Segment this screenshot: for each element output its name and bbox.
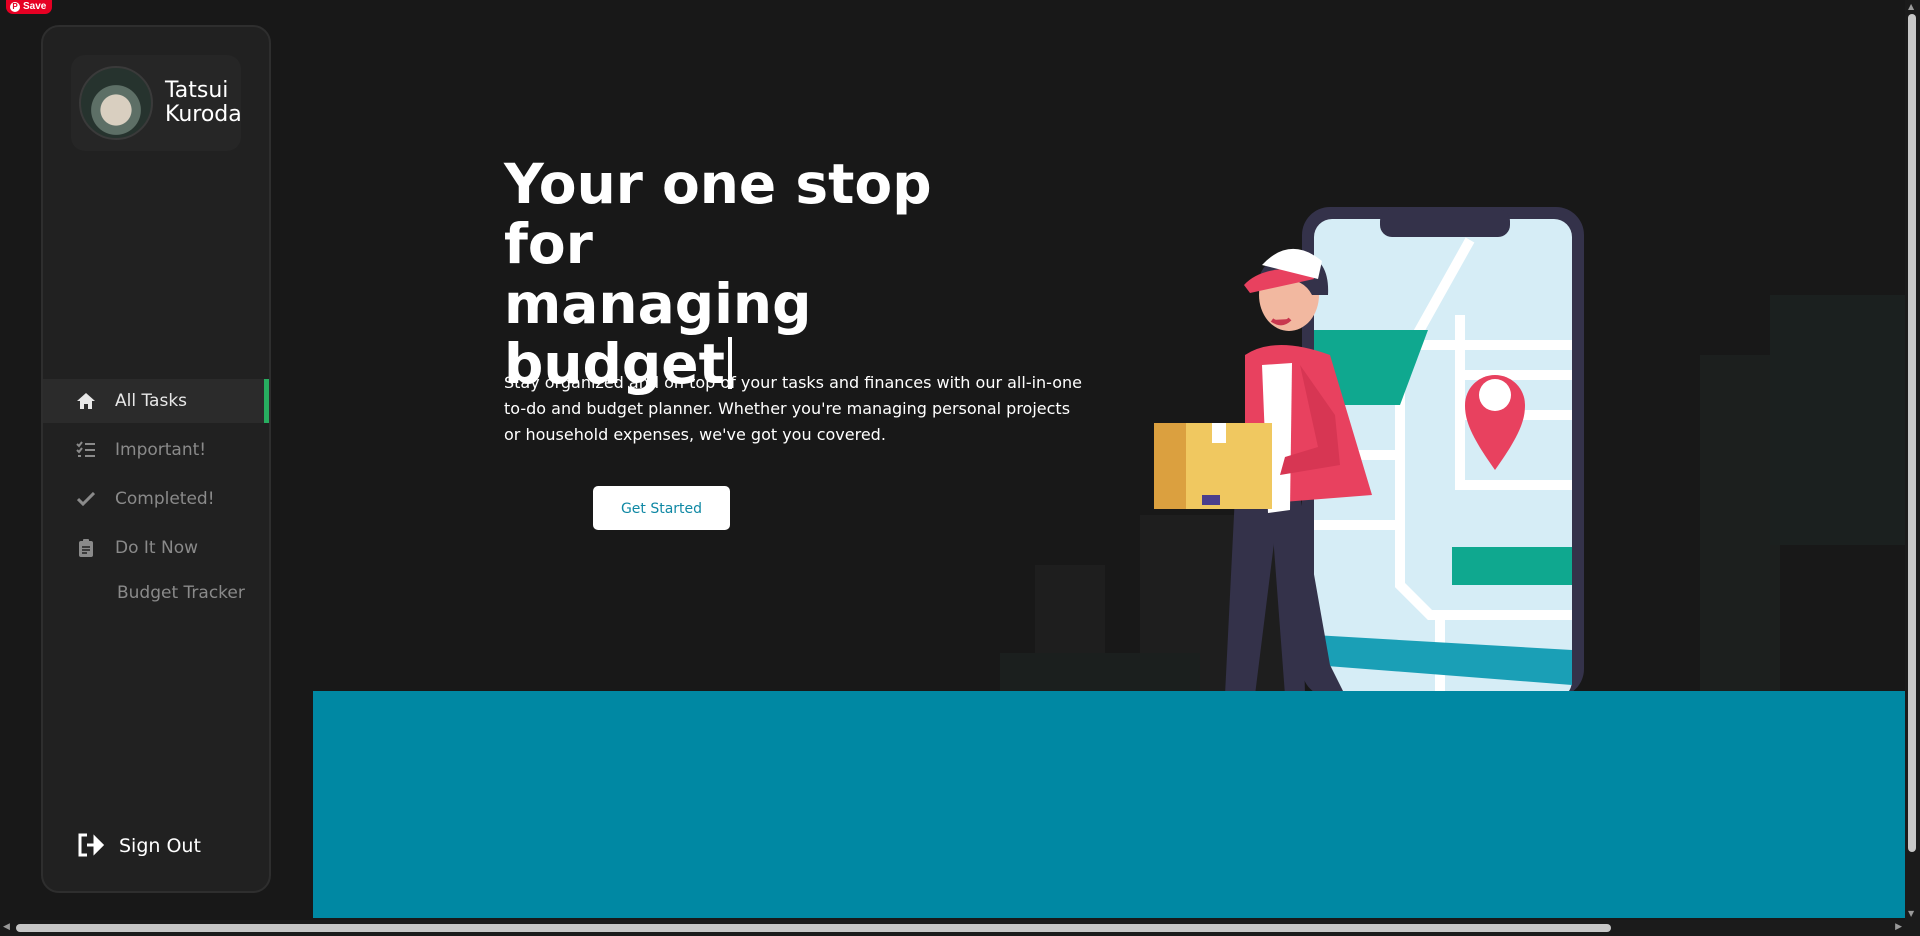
hero-title-line: Your one stop for [504, 152, 932, 276]
list-check-icon [75, 439, 97, 461]
sidebar-item-label: Budget Tracker [117, 583, 245, 603]
check-icon [75, 488, 97, 510]
sidebar-item-label: Do It Now [115, 538, 198, 558]
vertical-scroll-thumb[interactable] [1908, 14, 1916, 852]
footer-band [313, 691, 1905, 918]
sidebar-item-budget-tracker[interactable]: Budget Tracker [43, 575, 269, 611]
sidebar-nav: All Tasks Important! Completed! Do It No… [43, 379, 269, 616]
scrollbar-corner [1905, 920, 1920, 936]
sidebar-item-important[interactable]: Important! [43, 428, 269, 472]
pinterest-icon: P [10, 2, 20, 12]
delivery-illustration [1000, 207, 1910, 691]
get-started-button[interactable]: Get Started [593, 486, 730, 530]
scroll-right-icon[interactable]: ▶ [1895, 922, 1902, 932]
sidebar-item-label: Important! [115, 440, 207, 460]
user-profile-card[interactable]: Tatsui Kuroda [71, 55, 242, 151]
scroll-down-icon[interactable]: ▼ [1908, 909, 1914, 918]
save-label: Save [23, 1, 47, 12]
horizontal-scrollbar[interactable]: ◀ ▶ [0, 920, 1905, 936]
sidebar-item-all-tasks[interactable]: All Tasks [43, 379, 269, 423]
user-name: Tatsui Kuroda [165, 79, 242, 127]
horizontal-scroll-thumb[interactable] [16, 924, 1611, 932]
hero-title: Your one stop for managing budget [504, 154, 1024, 394]
sign-out-button[interactable]: Sign Out [77, 833, 201, 859]
sign-out-label: Sign Out [119, 835, 201, 857]
avatar [79, 66, 153, 140]
pinterest-save-button[interactable]: P Save [6, 0, 53, 14]
sidebar-item-completed[interactable]: Completed! [43, 477, 269, 521]
vertical-scrollbar[interactable]: ▲ ▼ [1905, 0, 1920, 920]
scroll-left-icon[interactable]: ◀ [3, 922, 10, 932]
sign-out-icon [77, 833, 105, 859]
sidebar: Tatsui Kuroda All Tasks Important! Compl… [41, 25, 271, 893]
hero-title-line: managing [504, 272, 812, 336]
user-last-name: Kuroda [165, 102, 242, 127]
scroll-up-icon[interactable]: ▲ [1908, 2, 1914, 11]
user-first-name: Tatsui [165, 78, 229, 103]
hero-description: Stay organized and on top of your tasks … [504, 373, 1083, 444]
clipboard-icon [75, 537, 97, 559]
sidebar-item-label: Completed! [115, 489, 215, 509]
sidebar-item-do-it-now[interactable]: Do It Now [43, 526, 269, 570]
home-icon [75, 390, 97, 412]
sidebar-item-label: All Tasks [115, 391, 188, 411]
